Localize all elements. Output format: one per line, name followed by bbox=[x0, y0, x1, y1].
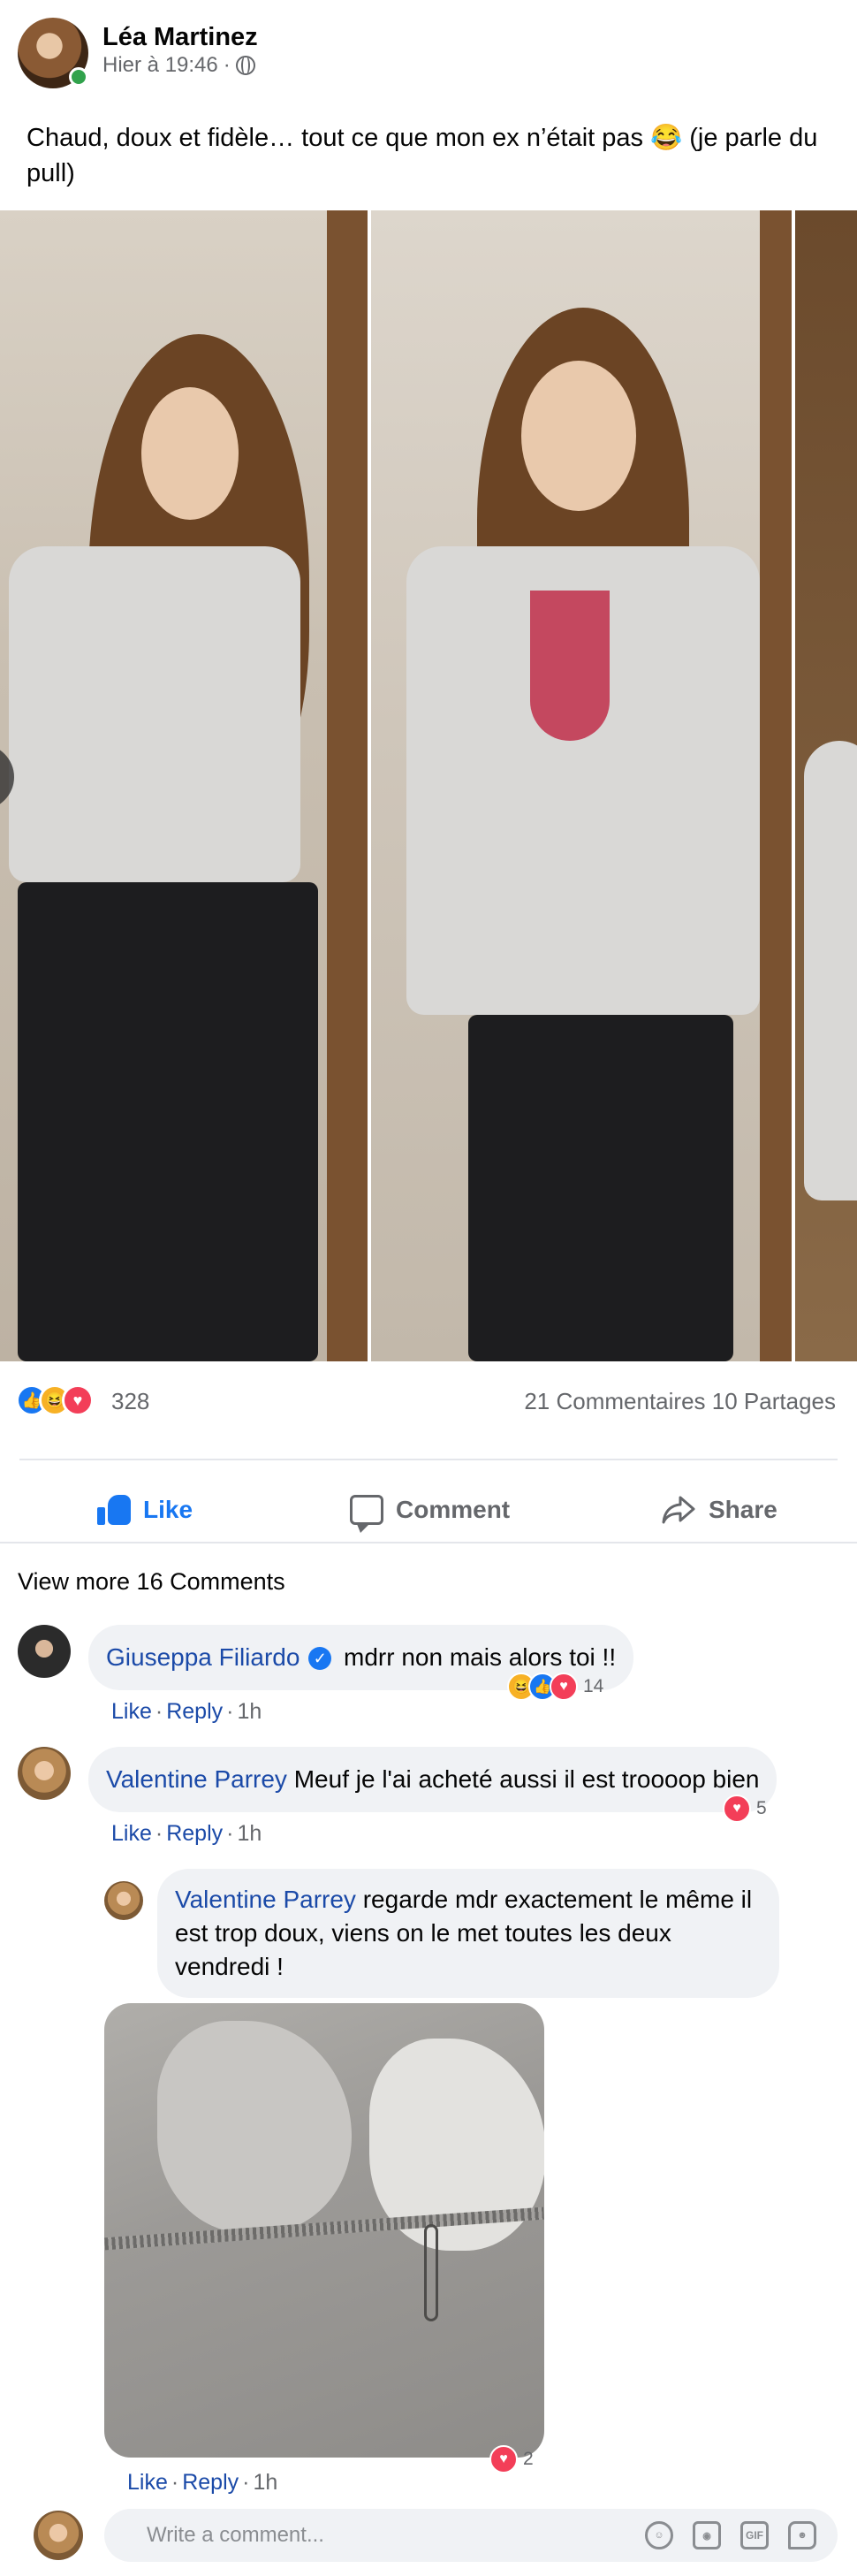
comment-text: Meuf je l'ai acheté aussi il est troooop… bbox=[293, 1765, 760, 1793]
post-time[interactable]: Hier à 19:46 bbox=[102, 53, 218, 78]
commenter-name[interactable]: Valentine Parrey bbox=[175, 1886, 356, 1913]
hood-fold bbox=[157, 2021, 352, 2233]
comment-button[interactable]: Comment bbox=[350, 1485, 510, 1535]
globe-icon bbox=[235, 56, 255, 75]
post-meta: Hier à 19:46 · bbox=[102, 53, 255, 78]
comment-like-link[interactable]: Like bbox=[127, 2470, 168, 2496]
sticker-icon[interactable]: ☻ bbox=[788, 2521, 816, 2549]
author-name[interactable]: Léa Martinez bbox=[102, 23, 258, 52]
reply-bubble: Valentine Parrey regarde mdr exactement … bbox=[157, 1869, 779, 1998]
commenter-avatar[interactable] bbox=[18, 1625, 71, 1678]
comment-time[interactable]: 1h bbox=[237, 1821, 262, 1847]
comment-reply-link[interactable]: Reply bbox=[182, 2470, 239, 2496]
share-label: Share bbox=[709, 1496, 777, 1523]
comment-reply-link[interactable]: Reply bbox=[166, 1699, 223, 1725]
comment-time[interactable]: 1h bbox=[237, 1699, 262, 1725]
comment-input-tools: ☺ ◉ GIF ☻ bbox=[645, 2521, 816, 2549]
shares-count[interactable]: 10 Partages bbox=[712, 1388, 836, 1414]
door-frame bbox=[327, 210, 368, 1361]
gif-icon[interactable]: GIF bbox=[740, 2521, 769, 2549]
leggings bbox=[18, 882, 318, 1361]
comment-bubble-icon bbox=[350, 1495, 383, 1533]
view-more-comments-link[interactable]: View more 16 Comments bbox=[18, 1568, 285, 1596]
love-icon: ♥ bbox=[723, 1795, 751, 1823]
share-arrow-icon bbox=[661, 1495, 696, 1525]
comment-actions: Like · Reply · 1h bbox=[111, 1821, 262, 1847]
comment-share-stats: 21 Commentaires 10 Partages bbox=[524, 1388, 836, 1415]
sweater bbox=[804, 741, 857, 1200]
reply-actions: Like · Reply · 1h bbox=[127, 2470, 277, 2496]
comment-label: Comment bbox=[396, 1496, 511, 1523]
sweater bbox=[9, 546, 300, 882]
separator-dot: · bbox=[171, 2470, 179, 2495]
comment-bubble: Valentine Parrey Meuf je l'ai acheté aus… bbox=[88, 1747, 777, 1812]
door-frame bbox=[760, 210, 792, 1361]
comment-time[interactable]: 1h bbox=[253, 2470, 277, 2496]
separator-dot: · bbox=[242, 2470, 250, 2495]
comments-count[interactable]: 21 Commentaires bbox=[524, 1388, 705, 1414]
comment-like-link[interactable]: Like bbox=[111, 1699, 152, 1725]
love-icon: ♥ bbox=[550, 1673, 578, 1701]
commenter-name[interactable]: Valentine Parrey bbox=[106, 1765, 287, 1793]
divider bbox=[0, 1542, 857, 1543]
current-user-avatar[interactable] bbox=[34, 2511, 83, 2560]
emoji-icon[interactable]: ☺ bbox=[645, 2521, 673, 2549]
write-comment-placeholder: Write a comment... bbox=[147, 2523, 324, 2547]
post-photo-1[interactable] bbox=[0, 210, 368, 1361]
separator-dot: · bbox=[155, 1821, 163, 1846]
separator-dot: · bbox=[155, 1699, 163, 1724]
reply-reactions[interactable]: ♥ 2 bbox=[489, 2445, 534, 2473]
post-text: Chaud, doux et fidèle… tout ce que mon e… bbox=[27, 124, 818, 187]
share-button[interactable]: Share bbox=[661, 1485, 777, 1535]
love-icon: ♥ bbox=[62, 1384, 94, 1416]
comment-reactions[interactable]: 😆 👍 ♥ 14 bbox=[507, 1673, 603, 1701]
like-button[interactable]: Like bbox=[97, 1485, 193, 1535]
post-photo-carousel[interactable] bbox=[0, 210, 857, 1361]
comment-reaction-count: 14 bbox=[583, 1676, 604, 1696]
reply-avatar[interactable] bbox=[104, 1881, 143, 1920]
comment-reply-link[interactable]: Reply bbox=[166, 1821, 223, 1847]
post-photo-2[interactable] bbox=[371, 210, 792, 1361]
leggings bbox=[468, 1015, 733, 1361]
separator-dot: · bbox=[226, 1699, 234, 1724]
reply-photo[interactable] bbox=[104, 2003, 544, 2458]
verified-badge-icon: ✓ bbox=[308, 1647, 332, 1670]
face bbox=[141, 387, 239, 520]
reaction-count[interactable]: 328 bbox=[111, 1388, 149, 1415]
camera-icon[interactable]: ◉ bbox=[693, 2521, 721, 2549]
post-reactions[interactable]: 👍 😆 ♥ bbox=[16, 1384, 94, 1416]
like-thumb-icon bbox=[97, 1495, 131, 1525]
pink-top bbox=[530, 591, 610, 741]
like-label: Like bbox=[143, 1496, 193, 1523]
zipper-pull bbox=[424, 2224, 438, 2321]
love-icon: ♥ bbox=[489, 2445, 518, 2473]
commenter-name[interactable]: Giuseppa Filiardo bbox=[106, 1643, 300, 1671]
post-photo-3[interactable] bbox=[795, 210, 857, 1361]
comment-text: mdrr non mais alors toi !! bbox=[344, 1643, 617, 1671]
write-comment-input[interactable]: Write a comment... ☺ ◉ GIF ☻ bbox=[104, 2509, 838, 2562]
divider bbox=[19, 1459, 838, 1460]
comment-reaction-count: 5 bbox=[756, 1798, 767, 1818]
online-status-dot bbox=[69, 67, 88, 87]
comment-like-link[interactable]: Like bbox=[111, 1821, 152, 1847]
reply-reaction-count: 2 bbox=[523, 2449, 534, 2469]
meta-separator: · bbox=[223, 53, 231, 77]
comment-reactions[interactable]: ♥ 5 bbox=[723, 1795, 767, 1823]
commenter-avatar[interactable] bbox=[18, 1747, 71, 1800]
face bbox=[521, 361, 636, 511]
separator-dot: · bbox=[226, 1821, 234, 1846]
comment-actions: Like · Reply · 1h bbox=[111, 1699, 262, 1725]
